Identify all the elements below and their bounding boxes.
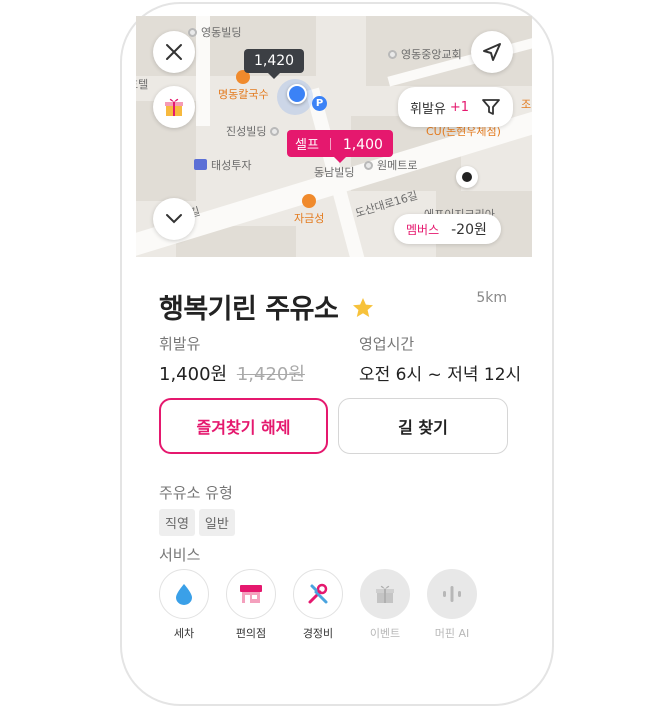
old-price: 1,420원 [236,364,305,385]
map-label-kalguksu: 명동칼국수 [218,70,269,102]
station-dot-icon [462,172,472,182]
chip-general: 일반 [198,509,235,536]
station-name: 행복기린 주유소 [159,294,339,325]
map-label-dongnam: 동남빌딩 [314,166,355,179]
member-label: 멤버스 [406,222,440,237]
station-title: 행복기린 주유소 [159,287,375,326]
hours-section: 영업시간 오전 6시 ~ 저녁 12시 [359,333,521,385]
voice-icon [443,586,461,602]
map-label-hotel: 호텔 [136,78,149,91]
poi-marker-icon [188,28,197,37]
close-icon [166,44,182,60]
service-label: 경정비 [302,627,334,640]
service-icon-wrap [293,569,343,619]
price-row: 1,400원 1,420원 [159,360,305,386]
parking-icon: P [312,96,327,111]
service-label: 편의점 [235,627,267,640]
service-label: 세차 [173,627,195,640]
station-marker[interactable] [456,166,478,188]
filter-button[interactable] [473,89,509,125]
my-location-button[interactable] [471,31,513,73]
map-view[interactable]: 영동빌딩 영동중앙교회 호텔 명동칼국수 진성빌딩 태성투자 동남빌딩 원메트로… [136,16,532,257]
close-button[interactable] [153,31,195,73]
directions-label: 길 찾기 [398,418,448,437]
price-marker-nearby[interactable]: 1,420 [244,49,305,79]
self-service-badge: 셀프 [295,138,319,153]
map-label-church: 영동중앙교회 [388,46,462,62]
gift-icon [165,98,183,116]
service-label: 이벤트 [369,627,401,640]
map-label-jinseong: 진성빌딩 [226,123,283,139]
services-title: 서비스 [159,546,201,564]
map-label-jageumseong: 자금성 [294,194,324,226]
fuel-price-section: 휘발유 1,400원 1,420원 [159,333,305,386]
fuel-type-label: 휘발유 [159,335,201,353]
chevron-down-icon [166,214,182,224]
station-type-chips: 직영 일반 [159,509,239,536]
directions-button[interactable]: 길 찾기 [338,398,508,454]
unfavorite-label: 즐겨찾기 해제 [196,418,291,437]
distance: 5km [476,290,507,306]
hours-value: 오전 6시 ~ 저녁 12시 [359,365,522,385]
service-icon-wrap [360,569,410,619]
service-car-wash[interactable]: 세차 [157,569,211,641]
chip-direct: 직영 [159,509,195,536]
poi-marker-icon [364,161,373,170]
tools-icon [308,583,328,604]
service-event[interactable]: 이벤트 [358,569,412,641]
event-gift-button[interactable] [153,86,195,128]
map-label-edge: 조 [521,98,532,111]
member-discount-value: -20원 [451,222,487,238]
station-type-title: 주유소 유형 [159,484,233,502]
service-icon-wrap [427,569,477,619]
service-convenience-store[interactable]: 편의점 [224,569,278,641]
service-icon-wrap [226,569,276,619]
map-label-taeseong: 태성투자 [194,157,251,173]
store-icon [240,585,262,603]
member-discount-badge[interactable]: 멤버스 -20원 [394,214,501,244]
collapse-map-button[interactable] [153,198,195,240]
current-location-icon [287,84,307,104]
hours-label: 영업시간 [359,335,415,353]
filter-icon [482,99,500,115]
water-drop-icon [176,584,192,605]
current-price: 1,400원 [159,364,228,385]
tag-divider [330,138,332,150]
fuel-filter-label: 휘발유 [410,101,446,117]
favorite-star-icon[interactable] [351,296,375,320]
bank-icon [194,159,207,170]
service-label: 머핀 AI [434,627,470,640]
fuel-filter-extra: +1 [449,99,470,115]
restaurant-marker-icon [302,194,317,208]
station-type-section: 주유소 유형 직영 일반 [159,482,239,536]
service-maintenance[interactable]: 경정비 [291,569,345,641]
gift-icon [376,585,394,603]
poi-marker-icon [270,127,280,136]
map-label-won-metro: 원메트로 [364,157,417,173]
service-icon-wrap [159,569,209,619]
price-marker-selected[interactable]: 셀프 1,400 [287,130,393,163]
unfavorite-button[interactable]: 즐겨찾기 해제 [159,398,328,454]
poi-marker-icon [388,50,397,59]
map-label-yeongdong-bldg: 영동빌딩 [188,24,241,40]
service-muffin-ai[interactable]: 머핀 AI [425,569,479,641]
selected-price: 1,400 [342,137,383,153]
navigation-arrow-icon [483,43,501,61]
fuel-filter-button[interactable]: 휘발유 +1 [398,87,514,127]
